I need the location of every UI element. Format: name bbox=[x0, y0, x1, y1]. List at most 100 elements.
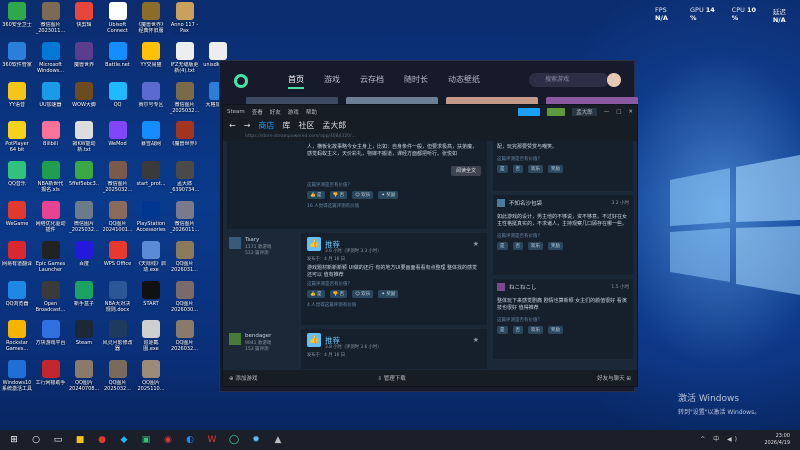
desktop-icon[interactable]: 微信图片_2026011... bbox=[170, 201, 200, 233]
desktop-icon[interactable]: 赛尔号专区 bbox=[136, 81, 166, 114]
steam-tab-library[interactable]: 库 bbox=[282, 120, 290, 131]
desktop-icon[interactable]: 方块游戏平台 bbox=[36, 320, 66, 352]
steam-notify-button[interactable] bbox=[547, 107, 566, 116]
funny-button[interactable]: ☺ 欢乐 bbox=[352, 191, 374, 199]
steam-menu-view[interactable]: 查看 bbox=[252, 108, 263, 116]
taskbar-app-icon[interactable]: ■ bbox=[72, 433, 88, 447]
desktop-icon[interactable]: Ubisoft Connect bbox=[103, 2, 133, 34]
reviewer-name[interactable]: Tsary bbox=[245, 237, 259, 243]
desktop-icon[interactable]: WPS Office bbox=[103, 240, 133, 273]
desktop-icon[interactable]: QQ音乐 bbox=[2, 161, 32, 193]
desktop-icon[interactable]: Rockstar Games... bbox=[2, 320, 32, 352]
desktop-icon[interactable]: start_prot... bbox=[136, 161, 166, 193]
desktop-icon[interactable]: NBA大对决规则.docx bbox=[103, 280, 133, 313]
desktop-icon[interactable]: YY语音 bbox=[2, 81, 32, 114]
desktop-icon[interactable]: QQ bbox=[103, 81, 133, 114]
desktop-icon[interactable]: 360安全卫士 bbox=[2, 2, 32, 34]
desktop-icon[interactable]: PotPlayer 64 bit bbox=[2, 121, 32, 153]
taskbar-app-icon[interactable]: ▲ bbox=[270, 433, 286, 447]
steam-url-bar[interactable]: https://store.steampowered.com/app/40843… bbox=[223, 132, 637, 141]
reviewer-name[interactable]: ねこねこし bbox=[509, 283, 537, 291]
steam-menu-help[interactable]: 帮助 bbox=[306, 108, 317, 116]
desktop-icon[interactable]: QQ图片2026031... bbox=[170, 240, 200, 273]
desktop-icon[interactable]: Epic Games Launcher bbox=[36, 240, 66, 273]
minimize-icon[interactable]: — bbox=[604, 109, 610, 115]
yes-button[interactable]: 是 bbox=[497, 242, 508, 250]
desktop-icon[interactable]: Bilibili bbox=[36, 121, 66, 153]
desktop-icon[interactable]: WeMod bbox=[103, 121, 133, 153]
desktop-icon[interactable]: 微信图片_2025032... bbox=[170, 81, 200, 114]
yes-button[interactable]: 是 bbox=[497, 326, 508, 334]
desktop-icon[interactable]: Open Broadcast... bbox=[36, 280, 66, 313]
desktop-icon[interactable]: PlayStation Accessories bbox=[136, 201, 166, 233]
avatar[interactable] bbox=[497, 283, 505, 291]
no-button[interactable]: 否 bbox=[512, 242, 523, 250]
desktop-icon[interactable]: 《魔兽世界》 bbox=[170, 121, 200, 153]
award-button[interactable]: 奖励 bbox=[548, 242, 563, 250]
no-button[interactable]: 👎 否 bbox=[329, 191, 348, 199]
desktop-icon[interactable]: QQ图片2026030... bbox=[170, 280, 200, 313]
desktop-icon[interactable]: 微信图片_2025032... bbox=[103, 161, 133, 193]
desktop-icon[interactable]: IFZ无缝版更新(4).txt bbox=[170, 41, 200, 74]
funny-button[interactable]: ☺ 欢乐 bbox=[352, 290, 374, 298]
search-icon[interactable]: ○ bbox=[28, 433, 44, 447]
manage-downloads-button[interactable]: ⇩ 管理下载 bbox=[377, 374, 405, 382]
taskbar-app-icon[interactable]: ◆ bbox=[116, 433, 132, 447]
steam-announce-button[interactable] bbox=[518, 107, 541, 116]
taskbar-app-icon[interactable]: ▭ bbox=[50, 433, 66, 447]
steam-window[interactable]: Steam 查看 好友 游戏 帮助 孟大郎 — □ ✕ ← → 商店 库 社区 … bbox=[222, 104, 638, 387]
taskbar-app-icon[interactable]: ◯ bbox=[226, 433, 242, 447]
reviewer-name[interactable]: 不知名沙包袋 bbox=[509, 199, 542, 207]
funny-button[interactable]: 欢乐 bbox=[528, 242, 543, 250]
desktop-icon[interactable]: QQ图片2026032... bbox=[170, 320, 200, 352]
launcher-tab-wallpaper[interactable]: 动态壁纸 bbox=[448, 74, 480, 89]
desktop-icon[interactable]: Microsoft Windows... bbox=[36, 41, 66, 74]
desktop-icon[interactable]: 5ffef5ebc3... bbox=[69, 161, 99, 193]
award-button[interactable]: 奖励 bbox=[548, 326, 563, 334]
launcher-avatar[interactable] bbox=[607, 73, 621, 87]
desktop-icon[interactable]: 快剪辑 bbox=[69, 2, 99, 34]
desktop-icon[interactable]: Windows10系统激活工具 bbox=[2, 360, 32, 392]
no-button[interactable]: 否 bbox=[512, 165, 523, 173]
reviewer-name[interactable]: bendager bbox=[245, 333, 271, 339]
desktop-icon[interactable]: 工行网银助手 bbox=[36, 360, 66, 392]
launcher-tab-home[interactable]: 首页 bbox=[288, 74, 304, 89]
avatar[interactable] bbox=[229, 237, 241, 249]
steam-tab-community[interactable]: 社区 bbox=[298, 120, 314, 131]
desktop-icon[interactable]: START bbox=[136, 280, 166, 313]
system-tray[interactable]: ^ 中 ◀) bbox=[700, 434, 740, 443]
clock[interactable]: 23:00 2026/4/19 bbox=[764, 433, 790, 447]
avatar[interactable] bbox=[229, 333, 241, 345]
funny-button[interactable]: 欢乐 bbox=[528, 165, 543, 173]
taskbar-app-icon[interactable]: ◉ bbox=[160, 433, 176, 447]
taskbar-app-icon[interactable]: ◐ bbox=[182, 433, 198, 447]
taskbar-app-icon[interactable]: ✹ bbox=[248, 433, 264, 447]
back-arrow-icon[interactable]: ← bbox=[229, 121, 236, 130]
desktop-icon[interactable]: 风灵月影修改器 bbox=[103, 320, 133, 352]
start-button[interactable]: ⊞ bbox=[6, 433, 22, 447]
desktop-icon[interactable]: 网易有道翻译 bbox=[2, 240, 32, 273]
star-icon[interactable]: ★ bbox=[473, 336, 479, 344]
read-full-button[interactable]: 阅读全文 bbox=[450, 166, 481, 176]
maximize-icon[interactable]: □ bbox=[616, 109, 621, 115]
desktop-icon[interactable]: UU加速器 bbox=[36, 81, 66, 114]
desktop-icon[interactable]: QQ浏览器 bbox=[2, 280, 32, 313]
desktop-icon[interactable]: 魔兽世界 bbox=[69, 41, 99, 74]
star-icon[interactable]: ★ bbox=[473, 240, 479, 248]
desktop-icon[interactable]: 微信图片_2023011... bbox=[36, 2, 66, 34]
steam-tab-store[interactable]: 商店 bbox=[258, 120, 274, 131]
taskbar-app-icon[interactable]: W bbox=[204, 433, 220, 447]
desktop-icon[interactable]: 《天际线》启动.exe bbox=[136, 240, 166, 273]
friends-chat-button[interactable]: 好友与聊天 ⊞ bbox=[597, 374, 637, 382]
yes-button[interactable]: 👍 是 bbox=[307, 290, 325, 298]
desktop-icon[interactable]: Steam bbox=[69, 320, 99, 352]
award-button[interactable]: ✦ 奖励 bbox=[378, 191, 399, 199]
steam-tab-profile[interactable]: 孟大郎 bbox=[322, 120, 346, 131]
desktop-icon[interactable]: 寂KW能动新.txt bbox=[69, 121, 99, 153]
steam-menu-steam[interactable]: Steam bbox=[227, 109, 245, 115]
desktop-icon[interactable]: WeGame bbox=[2, 201, 32, 233]
desktop-icon[interactable]: 《魔兽世界》经典怀旧服 bbox=[136, 2, 166, 34]
desktop-icon[interactable]: 新手盒子 bbox=[69, 280, 99, 313]
steam-menu-friends[interactable]: 好友 bbox=[270, 108, 281, 116]
award-button[interactable]: 奖励 bbox=[548, 165, 563, 173]
